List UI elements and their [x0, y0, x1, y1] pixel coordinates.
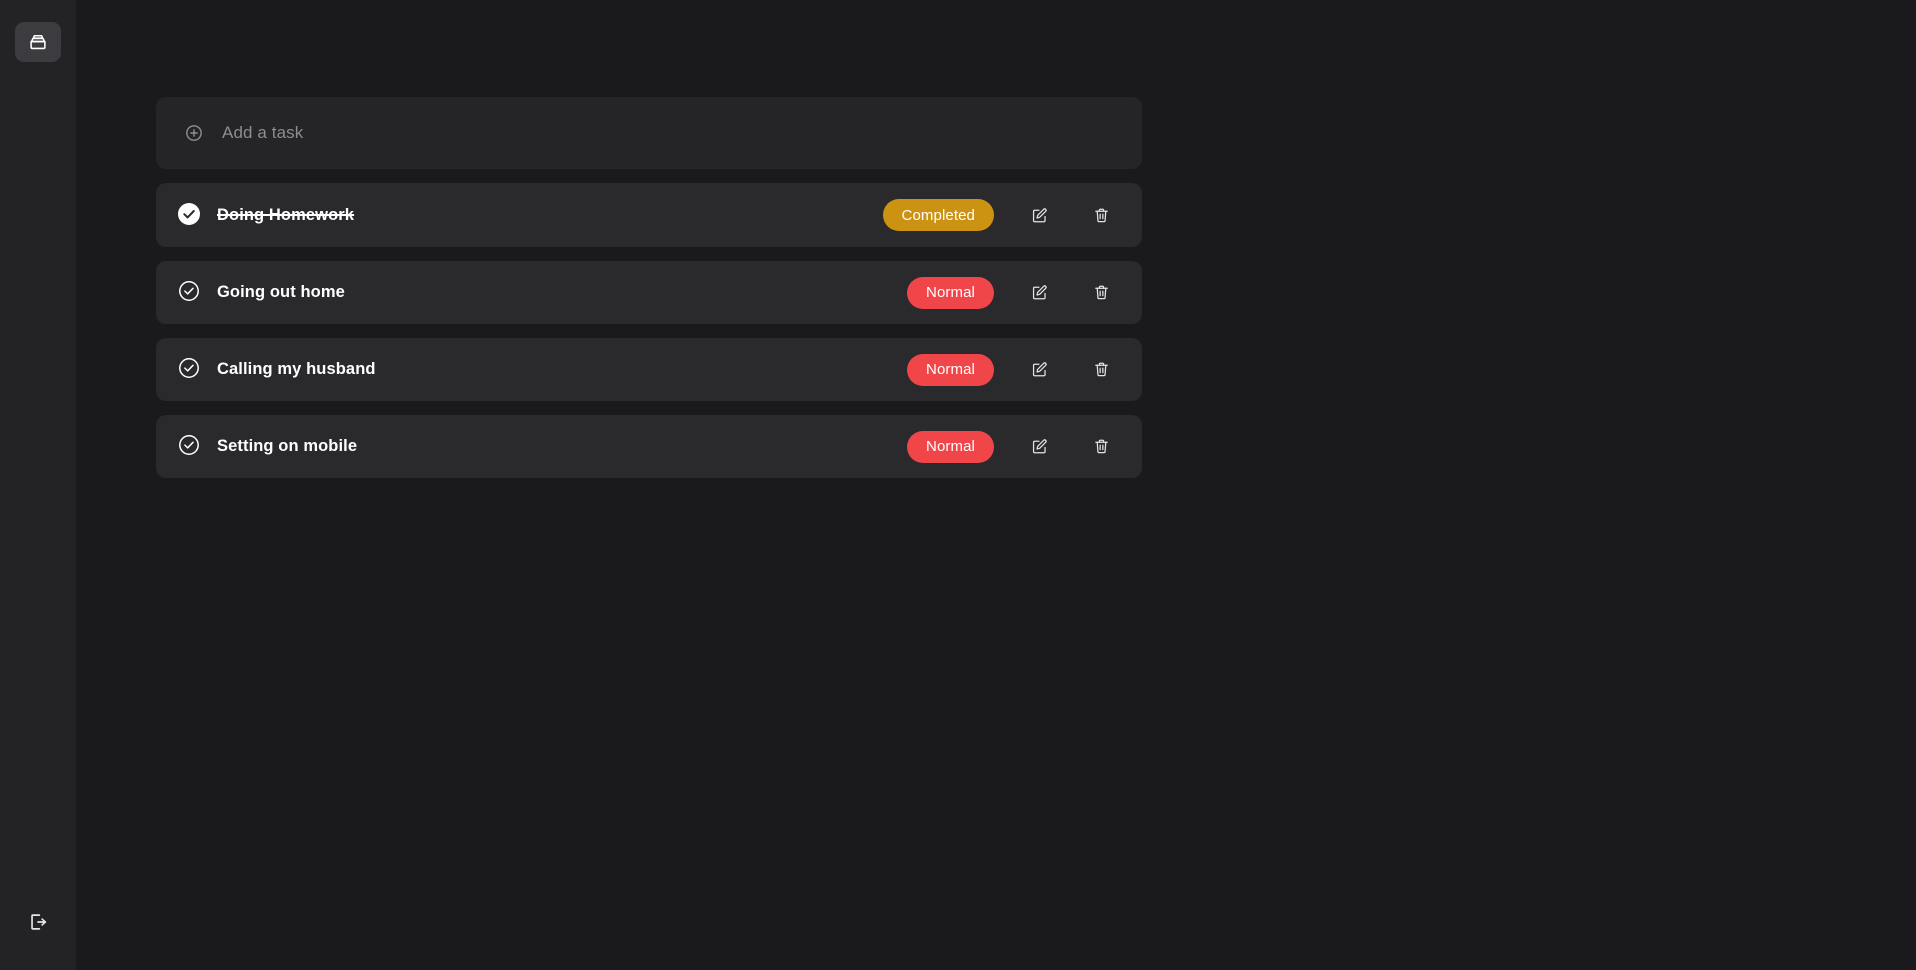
check-circle-filled-icon [177, 202, 201, 229]
delete-task-button[interactable] [1084, 276, 1118, 310]
check-circle-outline-icon [177, 279, 201, 306]
edit-pencil-square-icon [1030, 283, 1049, 302]
logout-icon [27, 911, 49, 933]
task-row-2[interactable]: Calling my husband Normal [156, 338, 1142, 401]
task-list-container: Doing Homework Completed [156, 97, 1142, 478]
trash-icon [1092, 437, 1111, 456]
edit-task-button[interactable] [1022, 353, 1056, 387]
task-row-0[interactable]: Doing Homework Completed [156, 183, 1142, 247]
task-title: Doing Homework [217, 205, 355, 224]
task-title: Calling my husband [217, 360, 376, 378]
edit-task-button[interactable] [1022, 276, 1056, 310]
task-complete-toggle[interactable] [177, 202, 201, 229]
delete-task-button[interactable] [1084, 430, 1118, 464]
task-complete-toggle[interactable] [177, 281, 201, 305]
edit-pencil-square-icon [1030, 437, 1049, 456]
edit-pencil-square-icon [1030, 360, 1049, 379]
sidebar-bottom-group [15, 902, 61, 942]
status-badge[interactable]: Normal [907, 353, 994, 386]
task-complete-toggle[interactable] [177, 358, 201, 382]
status-badge[interactable]: Completed [882, 199, 994, 231]
check-circle-outline-icon [177, 356, 201, 383]
inbox-icon [27, 31, 49, 53]
task-row-3[interactable]: Setting on mobile Normal [156, 415, 1142, 478]
add-task-card[interactable] [156, 97, 1142, 169]
task-row-1[interactable]: Going out home Normal [156, 261, 1142, 324]
add-task-input[interactable] [222, 123, 1114, 143]
delete-task-button[interactable] [1084, 198, 1118, 232]
task-rows: Doing Homework Completed Going out home … [156, 183, 1142, 478]
sidebar-top-group [15, 22, 61, 62]
delete-task-button[interactable] [1084, 353, 1118, 387]
trash-icon [1092, 360, 1111, 379]
sidebar-item-tasks[interactable] [15, 22, 61, 62]
plus-circle-icon[interactable] [184, 123, 204, 143]
status-badge[interactable]: Normal [907, 430, 994, 463]
trash-icon [1092, 283, 1111, 302]
task-complete-toggle[interactable] [177, 435, 201, 459]
edit-task-button[interactable] [1022, 198, 1056, 232]
task-title: Setting on mobile [217, 437, 358, 455]
trash-icon [1092, 206, 1111, 225]
main-content: Doing Homework Completed [76, 0, 1916, 970]
edit-pencil-square-icon [1030, 206, 1049, 225]
sidebar-item-logout[interactable] [15, 902, 61, 942]
sidebar [0, 0, 76, 970]
status-badge[interactable]: Normal [907, 276, 994, 309]
check-circle-outline-icon [177, 433, 201, 460]
task-title: Going out home [217, 283, 345, 301]
edit-task-button[interactable] [1022, 430, 1056, 464]
